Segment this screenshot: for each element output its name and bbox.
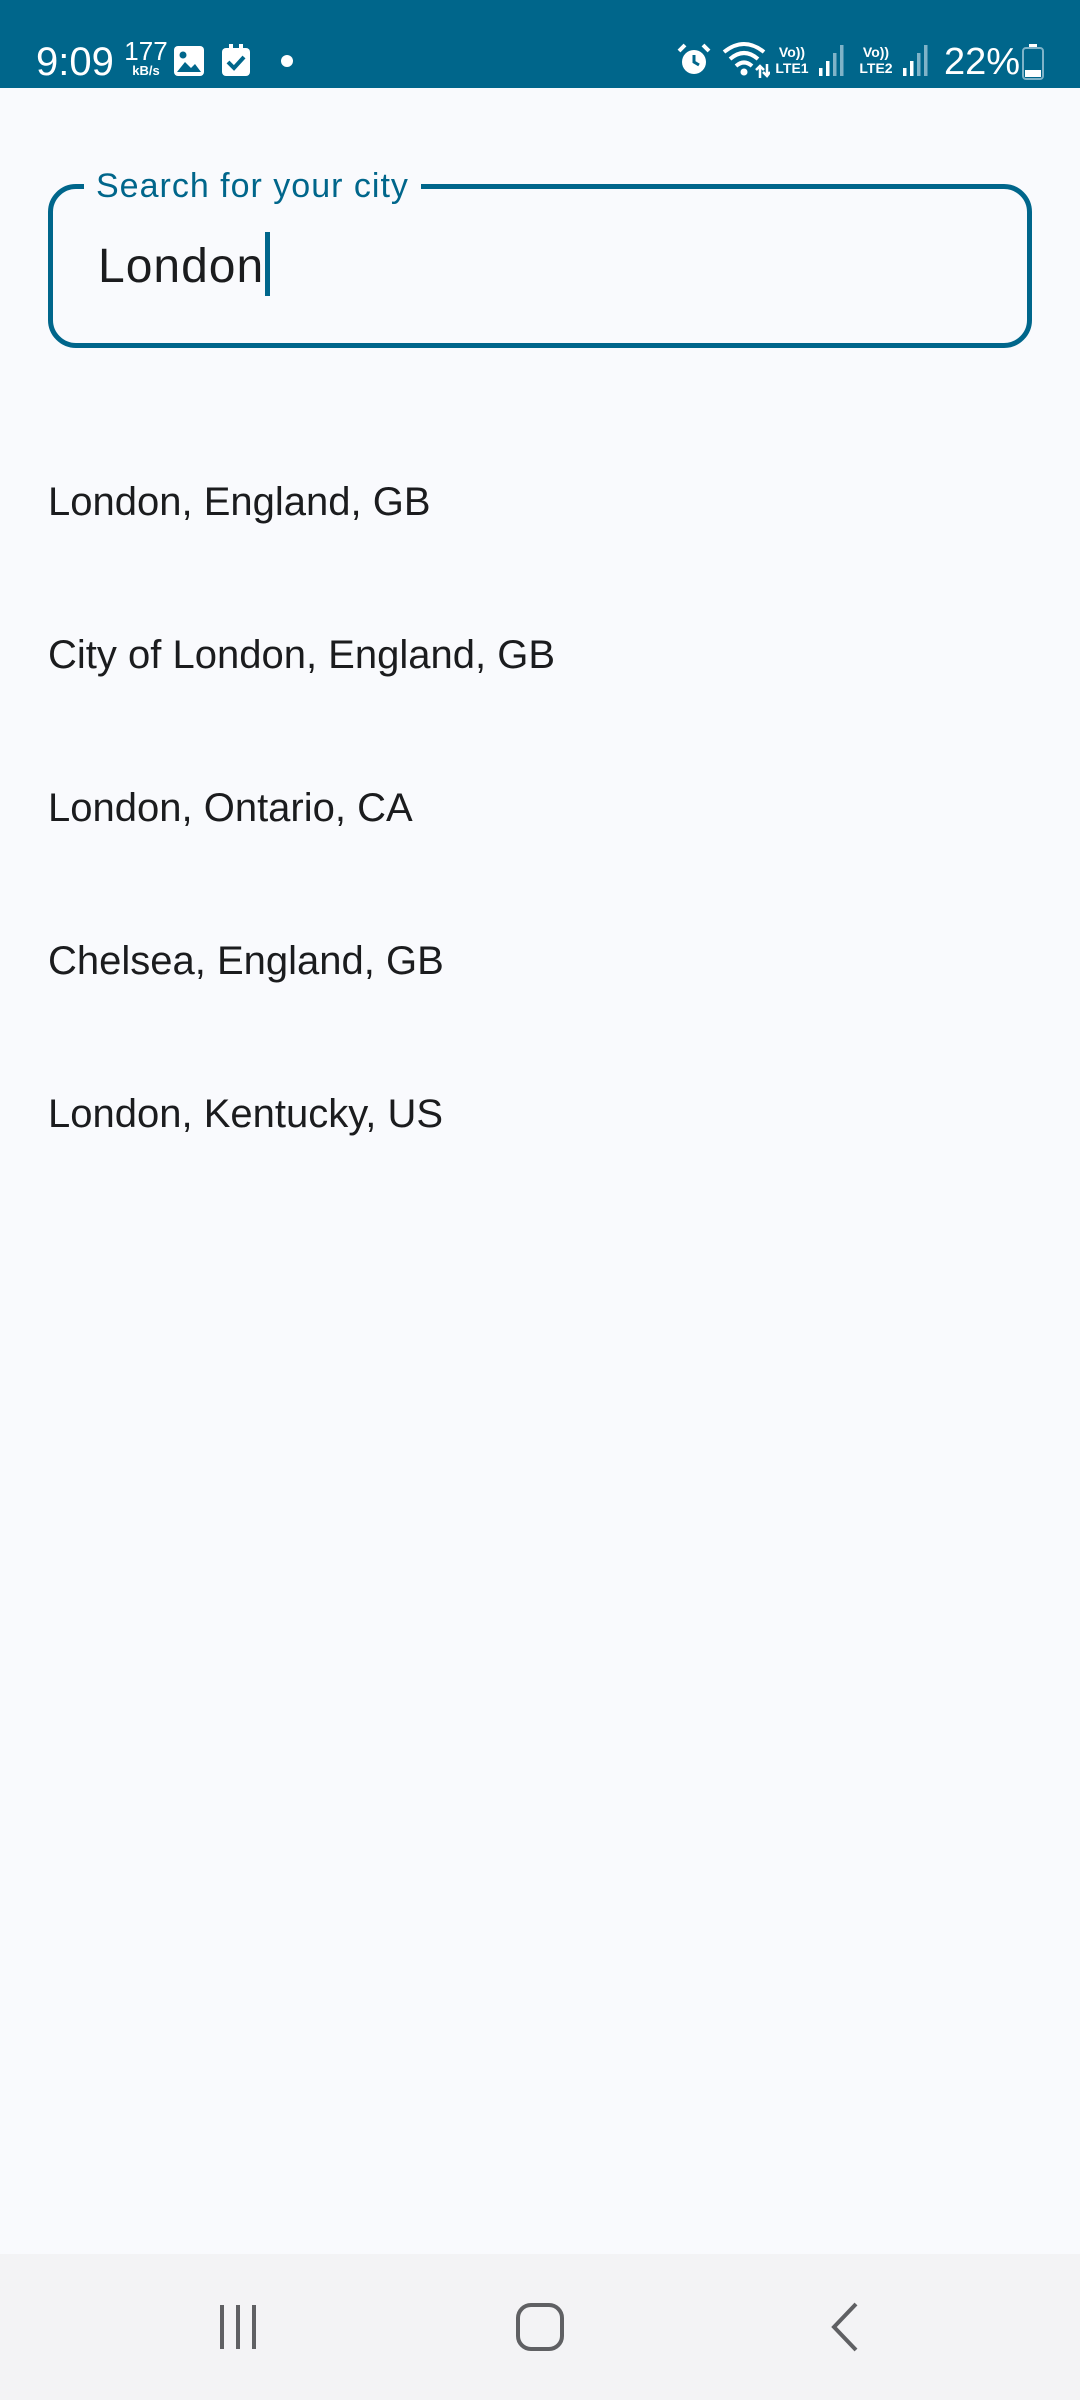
search-result-item[interactable]: Chelsea, England, GB: [48, 911, 1032, 1064]
search-results-list: London, England, GB City of London, Engl…: [48, 452, 1032, 1217]
search-input[interactable]: [96, 232, 1000, 302]
volte-sim2-label: Vo)): [862, 44, 890, 60]
battery-icon: [1022, 44, 1044, 80]
recents-icon: [220, 2305, 256, 2349]
home-icon: [516, 2303, 564, 2351]
back-button[interactable]: [776, 2272, 916, 2382]
recents-button[interactable]: [168, 2272, 308, 2382]
search-result-item[interactable]: London, Ontario, CA: [48, 758, 1032, 911]
wifi-icon: [722, 42, 770, 78]
search-result-item[interactable]: City of London, England, GB: [48, 605, 1032, 758]
status-bar: 9:09 177 kB/s Vo)) LTE1 Vo)) LTE2 22%: [0, 0, 1080, 88]
search-result-item[interactable]: London, England, GB: [48, 452, 1032, 605]
sim1-network-label: LTE1: [775, 60, 809, 76]
signal-icon: [903, 45, 928, 76]
search-field-label: Search for your city: [84, 164, 421, 208]
home-button[interactable]: [470, 2272, 610, 2382]
status-time: 9:09: [36, 40, 114, 84]
alarm-icon: [677, 43, 711, 74]
back-icon: [831, 2302, 858, 2352]
navigation-bar: [0, 2254, 1080, 2400]
volte-sim1-label: Vo)): [778, 44, 806, 60]
check-icon: [222, 44, 250, 76]
signal-icon: [819, 45, 844, 76]
network-speed: 177 kB/s: [124, 38, 168, 78]
text-cursor: [265, 232, 270, 296]
search-result-item[interactable]: London, Kentucky, US: [48, 1064, 1032, 1217]
network-speed-value: 177: [124, 36, 168, 66]
dot-icon: [281, 55, 293, 67]
gallery-icon: [174, 46, 204, 76]
battery-percent: 22%: [944, 41, 1021, 83]
sim2-network-label: LTE2: [859, 60, 893, 76]
network-speed-unit: kB/s: [132, 63, 160, 78]
